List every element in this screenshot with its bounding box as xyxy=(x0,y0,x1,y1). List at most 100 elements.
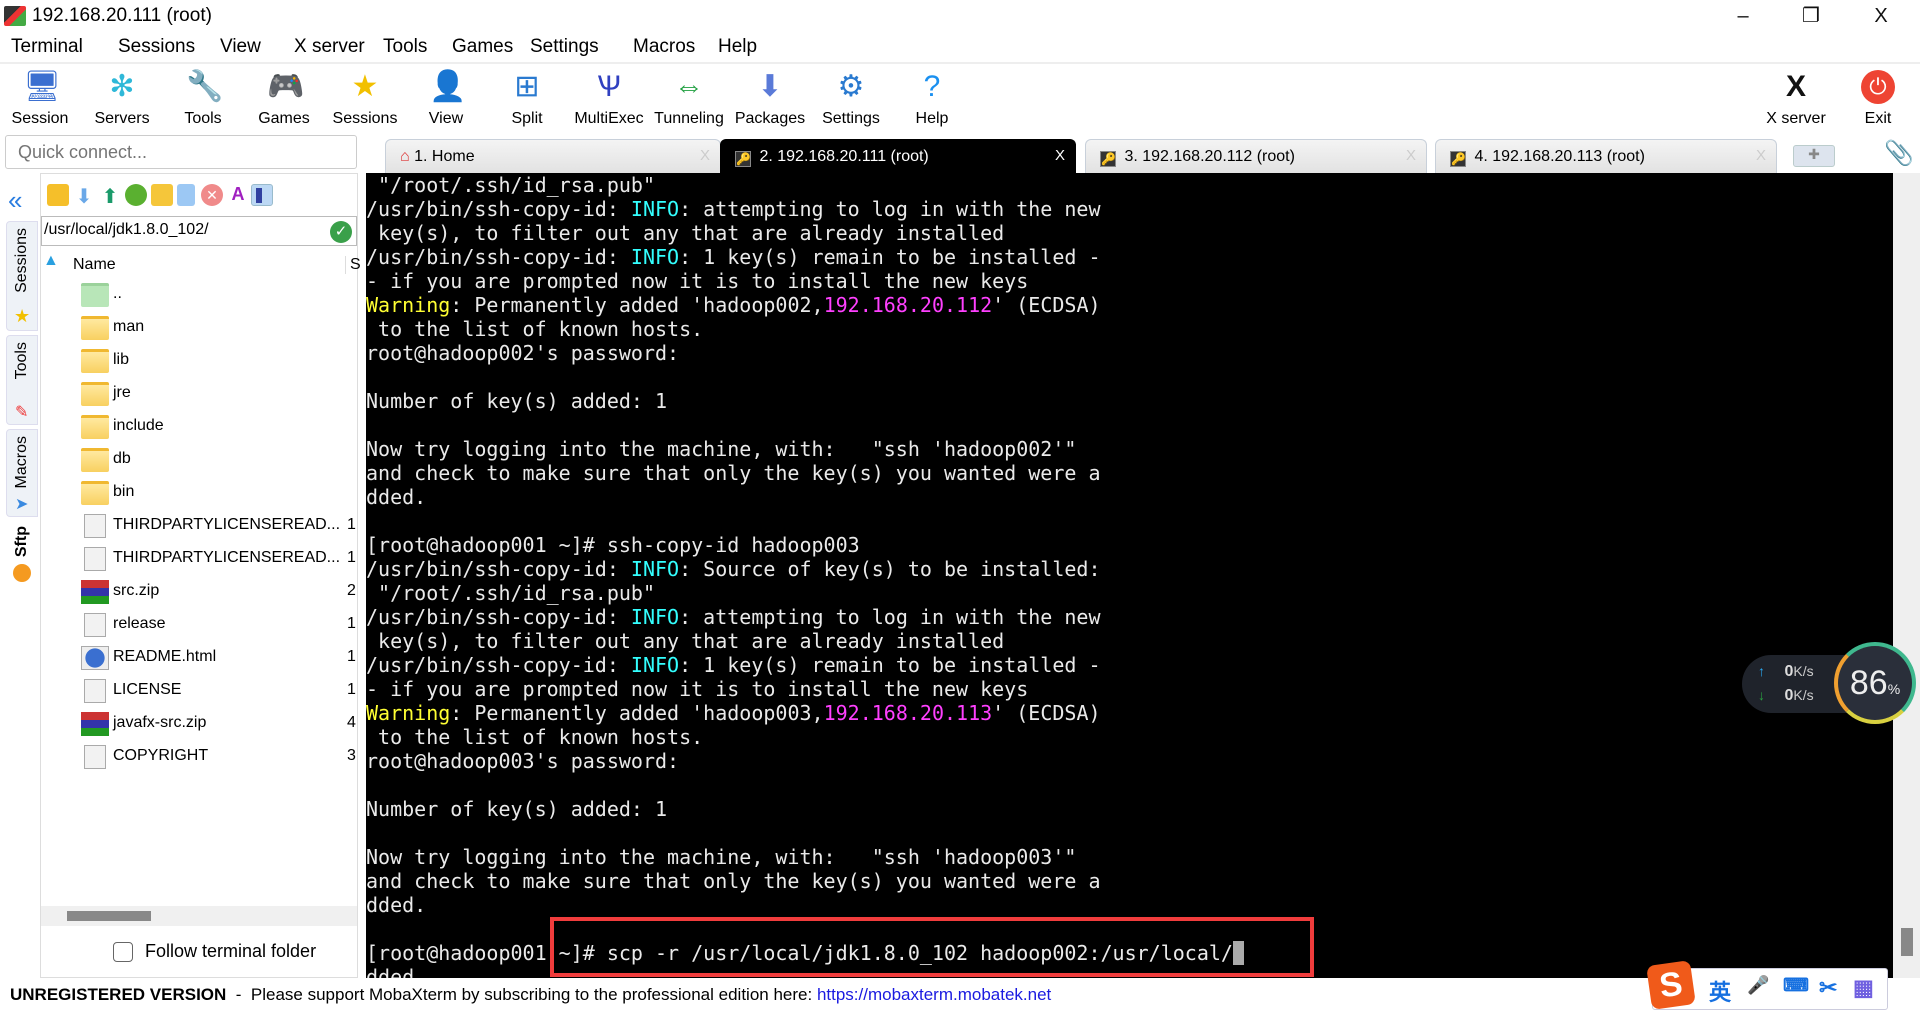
collapse-chevron-icon[interactable]: « xyxy=(8,185,22,216)
quick-connect-input[interactable] xyxy=(5,135,357,169)
file-row[interactable]: bin xyxy=(41,476,357,509)
follow-terminal-folder-checkbox[interactable]: Follow terminal folder xyxy=(41,936,357,970)
xserver-icon: X xyxy=(1785,70,1806,103)
scrollbar-thumb[interactable] xyxy=(1901,928,1913,956)
terminal-text: /usr/bin/ssh-copy-id: xyxy=(366,197,631,221)
side-tab-sftp[interactable]: Sftp xyxy=(6,521,38,587)
close-button[interactable]: X xyxy=(1858,2,1904,30)
microphone-icon[interactable]: 🎤 xyxy=(1747,975,1769,996)
toolbar-packages-button[interactable]: ⬇ Packages xyxy=(731,66,809,134)
menu-settings[interactable]: Settings xyxy=(530,36,599,58)
file-name: lib xyxy=(113,351,130,368)
toolbar-session-button[interactable]: 🖥 Session xyxy=(1,66,79,134)
side-tab-tools[interactable]: Tools ✎ xyxy=(6,335,38,425)
toggle-view-icon[interactable] xyxy=(251,184,273,206)
toolbar-multiexec-button[interactable]: Ѱ MultiExec xyxy=(570,66,648,134)
side-tab-sessions[interactable]: Sessions ★ xyxy=(6,221,38,331)
toolbar-help-button[interactable]: ? Help xyxy=(893,66,971,134)
horizontal-scrollbar[interactable] xyxy=(41,906,357,926)
tab-label: 4. 192.168.20.113 (root) xyxy=(1474,148,1645,165)
menu-games[interactable]: Games xyxy=(452,36,513,58)
down-arrow-icon: ↓ xyxy=(1758,687,1765,703)
file-row[interactable]: lib xyxy=(41,344,357,377)
translate-icon[interactable]: ⌨ xyxy=(1783,975,1809,996)
menu-macros[interactable]: Macros xyxy=(633,36,695,58)
minimize-button[interactable]: – xyxy=(1720,2,1766,30)
delete-icon[interactable]: ✕ xyxy=(201,184,223,206)
split-icon: ⊞ xyxy=(514,70,540,103)
file-row[interactable]: jre xyxy=(41,377,357,410)
file-row[interactable]: THIRDPARTYLICENSEREAD... 1 xyxy=(41,509,357,542)
file-row[interactable]: release 1 xyxy=(41,608,357,641)
checkmark-icon[interactable]: ✓ xyxy=(330,221,352,243)
mobatek-link[interactable]: https://mobaxterm.mobatek.net xyxy=(817,985,1051,1004)
menu-help[interactable]: Help xyxy=(718,36,757,58)
upload-icon[interactable]: ⬆ xyxy=(99,184,121,208)
restore-button[interactable]: ❐ xyxy=(1788,2,1834,30)
terminal-line: key(s), to filter out any that are alrea… xyxy=(366,221,1244,245)
file-row[interactable]: src.zip 2 xyxy=(41,575,357,608)
file-row[interactable]: javafx-src.zip 4 xyxy=(41,707,357,740)
tab-close-button[interactable]: X xyxy=(1055,147,1065,164)
terminal-line: Warning: Permanently added 'hadoop002,19… xyxy=(366,293,1244,317)
menu-terminal[interactable]: Terminal xyxy=(11,36,83,58)
menu-sessions[interactable]: Sessions xyxy=(118,36,195,58)
star-icon: ★ xyxy=(14,306,31,326)
toolbar-servers-button[interactable]: ✻ Servers xyxy=(83,66,161,134)
tab-close-button[interactable]: X xyxy=(1406,147,1416,164)
column-name[interactable]: Name xyxy=(73,256,116,274)
new-tab-button[interactable]: ✚ xyxy=(1793,145,1835,167)
menu-view[interactable]: View xyxy=(220,36,261,58)
paperclip-icon[interactable]: 📎 xyxy=(1884,139,1914,168)
download-icon[interactable]: ⬇ xyxy=(73,184,95,208)
toolbar-tools-button[interactable]: 🔧 Tools xyxy=(164,66,242,134)
terminal-scrollbar[interactable] xyxy=(1893,173,1920,978)
new-folder-icon[interactable] xyxy=(151,184,173,206)
sogou-logo-icon[interactable]: S xyxy=(1646,960,1696,1010)
tab-session-2[interactable]: 🔑 2. 192.168.20.111 (root) X xyxy=(720,139,1076,173)
toolbar-games-button[interactable]: 🎮 Games xyxy=(245,66,323,134)
refresh-icon[interactable] xyxy=(125,184,147,206)
toolbar-tunneling-button[interactable]: ⇔ Tunneling xyxy=(650,66,728,134)
rename-icon[interactable]: A xyxy=(227,184,249,206)
file-row[interactable]: THIRDPARTYLICENSEREAD... 1 xyxy=(41,542,357,575)
apps-grid-icon[interactable]: ▦ xyxy=(1853,975,1874,1001)
tab-session-3[interactable]: 🔑 3. 192.168.20.112 (root) X xyxy=(1085,139,1427,173)
file-row[interactable]: README.html 1 xyxy=(41,641,357,674)
key-icon: 🔑 xyxy=(1450,151,1466,167)
toolbar-settings-button[interactable]: ⚙ Settings xyxy=(812,66,890,134)
file-row[interactable]: .. xyxy=(41,278,357,311)
tab-home[interactable]: ⌂ 1. Home X xyxy=(385,139,721,173)
sftp-path-input[interactable]: /usr/local/jdk1.8.0_102/ ✓ xyxy=(41,216,357,246)
toolbar-sessions-button[interactable]: ★ Sessions xyxy=(326,66,404,134)
terminal[interactable]: "/root/.ssh/id_rsa.pub"/usr/bin/ssh-copy… xyxy=(366,173,1893,978)
up-arrow-icon[interactable]: ▲ xyxy=(43,252,63,272)
file-row[interactable]: LICENSE 1 xyxy=(41,674,357,707)
toolbar-label: X server xyxy=(1766,110,1826,127)
terminal-text: to the list of known hosts. xyxy=(366,317,704,341)
side-tab-macros[interactable]: Macros ➤ xyxy=(6,429,38,517)
checkbox[interactable] xyxy=(113,942,133,962)
file-row[interactable]: COPYRIGHT 3 xyxy=(41,740,357,773)
support-message: Please support MobaXterm by subscribing … xyxy=(250,985,817,1004)
tab-session-4[interactable]: 🔑 4. 192.168.20.113 (root) X xyxy=(1435,139,1777,173)
column-size[interactable]: S xyxy=(345,256,361,274)
tab-close-button[interactable]: X xyxy=(700,147,710,164)
new-file-icon[interactable] xyxy=(177,184,195,206)
file-row[interactable]: db xyxy=(41,443,357,476)
menu-xserver[interactable]: X server xyxy=(294,36,365,58)
memory-gauge[interactable]: 86% xyxy=(1834,642,1916,724)
file-row[interactable]: man xyxy=(41,311,357,344)
toolbar-x-server-button[interactable]: X X server xyxy=(1757,66,1835,134)
toolbar-label: Tools xyxy=(184,110,222,127)
scissors-icon[interactable]: ✂ xyxy=(1819,975,1837,1001)
parent-folder-icon[interactable] xyxy=(47,184,69,206)
toolbar-view-button[interactable]: 👤 View xyxy=(407,66,485,134)
toolbar-exit-button[interactable]: ⏻ Exit xyxy=(1839,66,1917,134)
menu-tools[interactable]: Tools xyxy=(383,36,427,58)
tab-close-button[interactable]: X xyxy=(1756,147,1766,164)
toolbar-split-button[interactable]: ⊞ Split xyxy=(488,66,566,134)
file-row[interactable]: include xyxy=(41,410,357,443)
scrollbar-thumb[interactable] xyxy=(67,911,151,921)
language-toggle[interactable]: 英 xyxy=(1709,975,1731,1007)
